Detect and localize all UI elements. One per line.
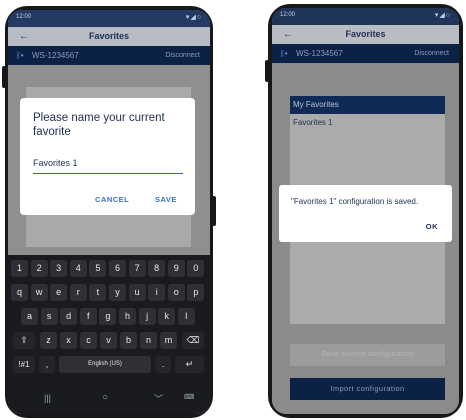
device-id: WS-1234567 — [296, 49, 343, 58]
left-screen: 12:00 ▾◢○ ← Favorites ᛒ• WS-1234567 Disc… — [8, 10, 210, 414]
key-k[interactable]: k — [158, 308, 176, 325]
bluetooth-icon: ᛒ• — [16, 51, 24, 60]
key-g[interactable]: g — [99, 308, 117, 325]
key-8[interactable]: 8 — [148, 260, 166, 277]
side-button — [265, 60, 269, 82]
key-d[interactable]: d — [60, 308, 78, 325]
nav-bar: ||| ○ ﹀ ⌨ — [8, 390, 210, 408]
key-0[interactable]: 0 — [187, 260, 205, 277]
key-s[interactable]: s — [40, 308, 58, 325]
app-bar: ← Favorites — [272, 25, 459, 44]
keyboard-letter-row-2: asdfghjkl — [8, 308, 210, 328]
comma-key[interactable]: , — [39, 356, 55, 373]
device-bar: ᛒ• WS-1234567 Disconnect — [8, 46, 210, 65]
key-u[interactable]: u — [128, 284, 146, 301]
keyboard-bottom-row: !#1 , English (US) . ↵ — [8, 356, 210, 376]
status-time: 12:00 — [16, 14, 32, 20]
key-l[interactable]: l — [177, 308, 195, 325]
symbols-key[interactable]: !#1 — [13, 356, 35, 373]
list-item[interactable]: Favorites 1 — [293, 118, 333, 127]
key-2[interactable]: 2 — [30, 260, 48, 277]
key-9[interactable]: 9 — [167, 260, 185, 277]
disconnect-link[interactable]: Disconnect — [165, 46, 200, 65]
saved-message: "Favorites 1" configuration is saved. — [291, 197, 419, 206]
key-5[interactable]: 5 — [89, 260, 107, 277]
side-button — [212, 196, 216, 226]
key-b[interactable]: b — [120, 332, 137, 349]
home-icon[interactable]: ○ — [102, 392, 108, 403]
key-v[interactable]: v — [100, 332, 117, 349]
key-r[interactable]: r — [69, 284, 87, 301]
backspace-key[interactable]: ⌫ — [182, 332, 204, 349]
key-o[interactable]: o — [167, 284, 185, 301]
key-e[interactable]: e — [50, 284, 68, 301]
key-3[interactable]: 3 — [50, 260, 68, 277]
name-favorite-dialog: Please name your current favorite Favori… — [20, 98, 195, 215]
ok-button[interactable]: OK — [426, 222, 438, 231]
keyboard-number-row: 1234567890 — [8, 260, 210, 280]
key-i[interactable]: i — [148, 284, 166, 301]
key-4[interactable]: 4 — [69, 260, 87, 277]
key-p[interactable]: p — [187, 284, 205, 301]
status-icons: ▾◢○ — [185, 14, 202, 21]
key-y[interactable]: y — [109, 284, 126, 301]
key-c[interactable]: c — [80, 332, 97, 349]
right-screen: 12:00 ▾◢○ ← Favorites ᛒ• WS-1234567 Disc… — [272, 8, 459, 414]
app-bar: ← Favorites — [8, 27, 210, 46]
key-w[interactable]: w — [30, 284, 48, 301]
key-h[interactable]: h — [119, 308, 136, 325]
save-button[interactable]: SAVE — [155, 195, 177, 204]
on-screen-keyboard: 1234567890 qwertyuiop asdfghjkl ⇧ ⌫ zxcv… — [8, 255, 210, 414]
key-m[interactable]: m — [160, 332, 177, 349]
device-bar: ᛒ• WS-1234567 Disconnect — [272, 44, 459, 63]
favorite-name-input[interactable]: Favorites 1 — [33, 158, 183, 174]
key-n[interactable]: n — [140, 332, 157, 349]
dialog-title: Please name your current favorite — [33, 112, 165, 138]
back-arrow-icon[interactable]: ← — [283, 25, 293, 44]
right-phone-frame: 12:00 ▾◢○ ← Favorites ᛒ• WS-1234567 Disc… — [265, 4, 463, 418]
keyboard-icon[interactable]: ⌨ — [184, 393, 194, 401]
back-arrow-icon[interactable]: ← — [19, 27, 29, 46]
key-6[interactable]: 6 — [109, 260, 126, 277]
key-t[interactable]: t — [89, 284, 107, 301]
import-configuration-button[interactable]: Import configuration — [290, 378, 445, 400]
period-key[interactable]: . — [155, 356, 171, 373]
list-header: My Favorites — [290, 96, 445, 114]
saved-confirmation-dialog: "Favorites 1" configuration is saved. OK — [279, 185, 452, 242]
save-configuration-button[interactable]: Save current configuration — [290, 344, 445, 366]
enter-key[interactable]: ↵ — [175, 356, 204, 373]
status-icons: ▾◢○ — [434, 12, 451, 19]
key-1[interactable]: 1 — [11, 260, 28, 277]
key-x[interactable]: x — [60, 332, 77, 349]
shift-key[interactable]: ⇧ — [13, 332, 35, 349]
device-id: WS-1234567 — [32, 51, 79, 60]
key-f[interactable]: f — [79, 308, 97, 325]
back-icon[interactable]: ﹀ — [154, 392, 163, 405]
page-title: Favorites — [88, 31, 130, 41]
page-title: Favorites — [345, 29, 386, 39]
key-q[interactable]: q — [11, 284, 28, 301]
space-key[interactable]: English (US) — [59, 356, 151, 373]
status-time: 12:00 — [280, 12, 296, 18]
bluetooth-icon: ᛒ• — [280, 49, 288, 58]
key-j[interactable]: j — [138, 308, 156, 325]
keyboard-letter-row-3: ⇧ ⌫ zxcvbnm — [8, 332, 210, 352]
disconnect-link[interactable]: Disconnect — [414, 44, 449, 63]
key-z[interactable]: z — [40, 332, 57, 349]
side-button — [2, 66, 6, 88]
status-bar: 12:00 ▾◢○ — [8, 10, 210, 27]
cancel-button[interactable]: CANCEL — [95, 195, 129, 204]
key-a[interactable]: a — [21, 308, 38, 325]
recents-icon[interactable]: ||| — [44, 393, 51, 403]
left-phone-frame: 12:00 ▾◢○ ← Favorites ᛒ• WS-1234567 Disc… — [2, 6, 216, 418]
key-7[interactable]: 7 — [128, 260, 146, 277]
status-bar: 12:00 ▾◢○ — [272, 8, 459, 25]
keyboard-letter-row-1: qwertyuiop — [8, 284, 210, 304]
